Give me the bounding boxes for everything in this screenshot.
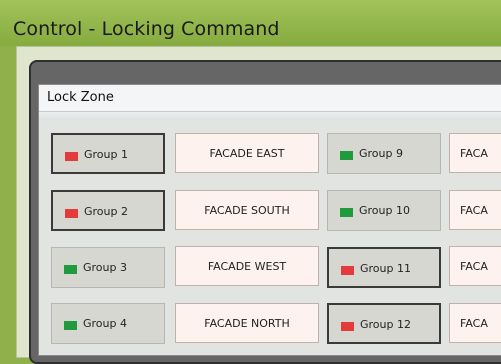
group-label: Group 9 bbox=[359, 147, 403, 160]
status-led-icon bbox=[65, 209, 78, 218]
facade-east-button[interactable]: FACADE EAST bbox=[175, 133, 319, 173]
group-11-button[interactable]: Group 11 bbox=[327, 247, 441, 288]
status-led-icon bbox=[340, 151, 353, 160]
group-label: Group 11 bbox=[360, 262, 411, 275]
status-led-icon bbox=[341, 322, 354, 331]
facade-button-col2[interactable]: FACA bbox=[449, 246, 501, 286]
facade-north-button[interactable]: FACADE NORTH bbox=[175, 303, 319, 343]
facade-button-col2[interactable]: FACA bbox=[449, 303, 501, 343]
facade-west-button[interactable]: FACADE WEST bbox=[175, 246, 319, 286]
group-label: Group 10 bbox=[359, 204, 410, 217]
header-divider bbox=[39, 112, 501, 120]
lock-zone-title: Lock Zone bbox=[47, 90, 114, 105]
status-led-icon bbox=[64, 265, 77, 274]
group-label: Group 4 bbox=[83, 317, 127, 330]
group-label: Group 1 bbox=[84, 148, 128, 161]
status-led-icon bbox=[65, 152, 78, 161]
status-led-icon bbox=[64, 321, 77, 330]
group-label: Group 2 bbox=[84, 205, 128, 218]
facade-button-col2[interactable]: FACA bbox=[449, 190, 501, 230]
group-label: Group 3 bbox=[83, 261, 127, 274]
group-12-button[interactable]: Group 12 bbox=[327, 303, 441, 344]
status-led-icon bbox=[340, 208, 353, 217]
window-title: Control - Locking Command bbox=[13, 18, 280, 40]
group-4-button[interactable]: Group 4 bbox=[51, 303, 165, 344]
group-10-button[interactable]: Group 10 bbox=[327, 190, 441, 231]
lock-zone-panel: Lock Zone Group 1 Group 2 Group 3 Group … bbox=[38, 84, 501, 356]
group-2-button[interactable]: Group 2 bbox=[51, 190, 165, 231]
title-bar: Control - Locking Command bbox=[0, 0, 501, 46]
facade-button-col2[interactable]: FACA bbox=[449, 133, 501, 173]
lock-zone-header: Lock Zone bbox=[39, 85, 501, 112]
group-3-button[interactable]: Group 3 bbox=[51, 247, 165, 288]
group-label: Group 12 bbox=[360, 318, 411, 331]
group-1-button[interactable]: Group 1 bbox=[51, 133, 165, 174]
facade-south-button[interactable]: FACADE SOUTH bbox=[175, 190, 319, 230]
status-led-icon bbox=[341, 266, 354, 275]
group-9-button[interactable]: Group 9 bbox=[327, 133, 441, 174]
